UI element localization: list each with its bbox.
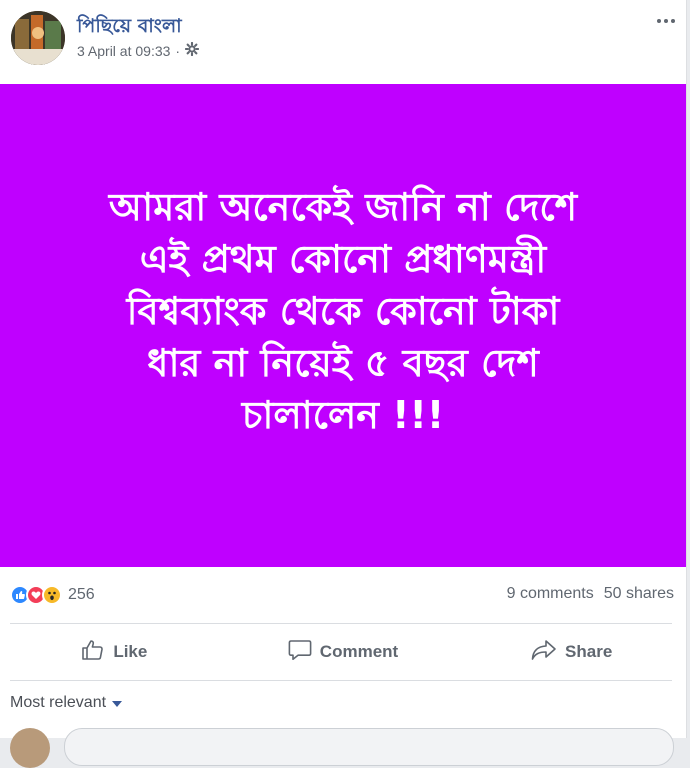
post-image-text: আমরা অনেকেই জানি না দেশে এই প্রথম কোনো প…	[108, 184, 578, 437]
caret-down-icon	[112, 694, 123, 712]
commenter-avatar	[10, 728, 50, 768]
share-label: Share	[565, 642, 613, 661]
engagement-counts: 9 comments 50 shares	[507, 585, 674, 603]
post-stats: 256 9 comments 50 shares	[0, 567, 686, 623]
like-button[interactable]: Like	[0, 624, 229, 680]
post-meta: 3 April at 09:33 ·	[77, 41, 200, 59]
shares-count-link[interactable]: 50 shares	[604, 585, 674, 603]
post-header: পিছিয়ে বাংলা 3 April at 09:33 ·	[0, 0, 686, 84]
comment-button[interactable]: Comment	[229, 624, 458, 680]
actions-divider	[10, 680, 672, 681]
comment-filter-dropdown[interactable]: Most relevant	[10, 694, 123, 712]
comments-count-link[interactable]: 9 comments	[507, 585, 594, 603]
comment-label: Comment	[319, 642, 399, 661]
reactions-summary[interactable]: 256	[10, 585, 95, 605]
reaction-count[interactable]: 256	[68, 586, 95, 604]
post-image[interactable]: আমরা অনেকেই জানি না দেশে এই প্রথম কোনো প…	[0, 84, 686, 567]
filter-label: Most relevant	[10, 694, 107, 711]
gear-icon[interactable]	[184, 41, 200, 59]
comment-input[interactable]	[64, 728, 674, 766]
comment-bubble-icon	[288, 639, 312, 666]
more-options-icon[interactable]	[654, 11, 678, 31]
page-avatar[interactable]	[11, 11, 65, 65]
thumbs-up-icon	[81, 639, 105, 666]
page-name-link[interactable]: পিছিয়ে বাংলা	[77, 12, 182, 44]
share-button[interactable]: Share	[457, 624, 686, 680]
post-card: পিছিয়ে বাংলা 3 April at 09:33 · আমরা অন…	[0, 0, 687, 768]
post-actions: Like Comment Share	[0, 624, 686, 680]
share-arrow-icon	[531, 639, 557, 666]
wow-reaction-icon	[42, 585, 62, 605]
meta-separator: ·	[175, 42, 181, 59]
post-timestamp[interactable]: 3 April at 09:33	[77, 43, 170, 59]
like-label: Like	[113, 642, 148, 661]
